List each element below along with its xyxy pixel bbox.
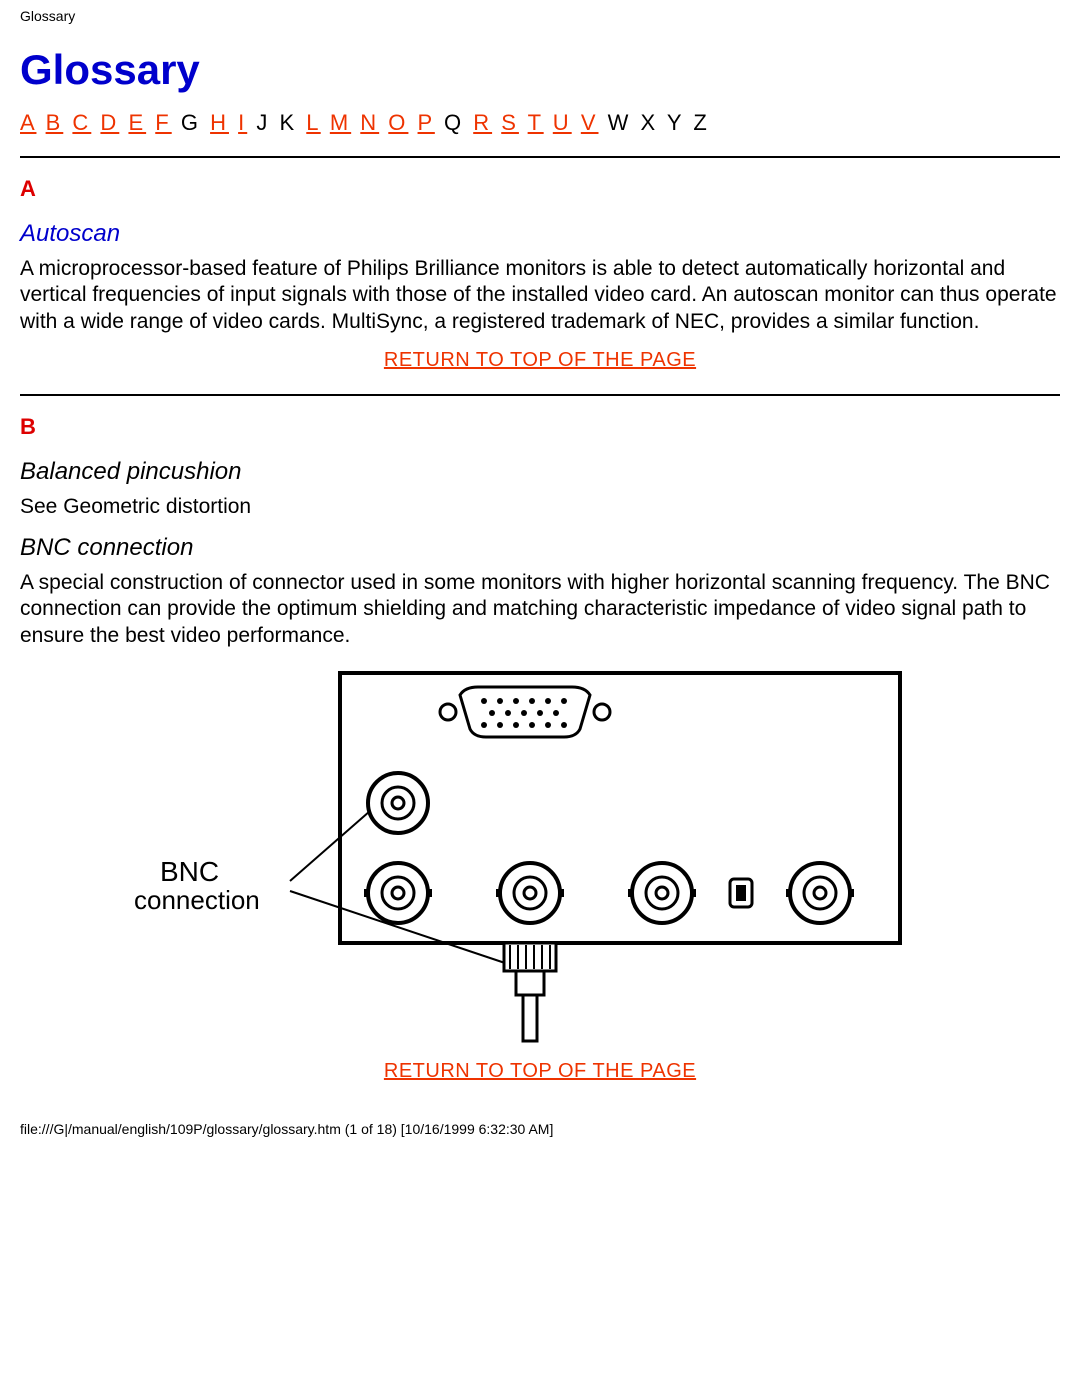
- term-body-bnc-connection: A special construction of connector used…: [20, 570, 1060, 649]
- section-letter-a: A: [20, 176, 1060, 202]
- alpha-link-h[interactable]: H: [210, 110, 229, 135]
- term-title-autoscan: Autoscan: [20, 220, 1060, 248]
- alpha-link-e[interactable]: E: [128, 110, 146, 135]
- alpha-letter-k: K: [279, 110, 297, 135]
- alpha-link-m[interactable]: M: [330, 110, 351, 135]
- alpha-link-p[interactable]: P: [418, 110, 435, 135]
- diagram-label-line2: connection: [134, 885, 260, 915]
- alpha-link-d[interactable]: D: [100, 110, 119, 135]
- alpha-link-v[interactable]: V: [581, 110, 599, 135]
- alpha-letter-w: W: [608, 110, 632, 135]
- divider: [20, 156, 1060, 158]
- alphabet-nav: A B C D E F G H I J K L M N O P Q R S T …: [20, 110, 1060, 136]
- diagram-label-line1: BNC: [160, 856, 219, 887]
- alpha-link-u[interactable]: U: [553, 110, 572, 135]
- term-body-autoscan: A microprocessor-based feature of Philip…: [20, 256, 1060, 335]
- alpha-link-i[interactable]: I: [238, 110, 247, 135]
- return-to-top-link[interactable]: RETURN TO TOP OF THE PAGE: [384, 1060, 696, 1082]
- return-to-top-link[interactable]: RETURN TO TOP OF THE PAGE: [384, 349, 696, 371]
- page-title: Glossary: [20, 46, 1060, 94]
- alpha-link-o[interactable]: O: [388, 110, 408, 135]
- header-breadcrumb: Glossary: [0, 0, 1080, 28]
- footer-path: file:///G|/manual/english/109P/glossary/…: [0, 1115, 1080, 1151]
- alpha-link-b[interactable]: B: [46, 110, 64, 135]
- alpha-letter-x: X: [641, 110, 659, 135]
- term-body-balanced-pincushion: See Geometric distortion: [20, 494, 1060, 520]
- alpha-link-l[interactable]: L: [306, 110, 320, 135]
- alpha-letter-j: J: [256, 110, 270, 135]
- alpha-letter-g: G: [181, 110, 201, 135]
- alpha-letter-z: Z: [693, 110, 709, 135]
- alpha-link-c[interactable]: C: [72, 110, 91, 135]
- alpha-link-s[interactable]: S: [501, 110, 519, 135]
- alpha-link-r[interactable]: R: [473, 110, 492, 135]
- alpha-letter-q: Q: [444, 110, 464, 135]
- divider: [20, 394, 1060, 396]
- term-title-balanced-pincushion: Balanced pincushion: [20, 458, 1060, 486]
- alpha-link-n[interactable]: N: [360, 110, 379, 135]
- alpha-letter-y: Y: [667, 110, 684, 135]
- section-letter-b: B: [20, 414, 1060, 440]
- alpha-link-t[interactable]: T: [528, 110, 544, 135]
- alpha-link-f[interactable]: F: [155, 110, 171, 135]
- term-title-bnc-connection: BNC connection: [20, 534, 1060, 562]
- alpha-link-a[interactable]: A: [20, 110, 36, 135]
- bnc-diagram: BNC connection: [20, 663, 1060, 1048]
